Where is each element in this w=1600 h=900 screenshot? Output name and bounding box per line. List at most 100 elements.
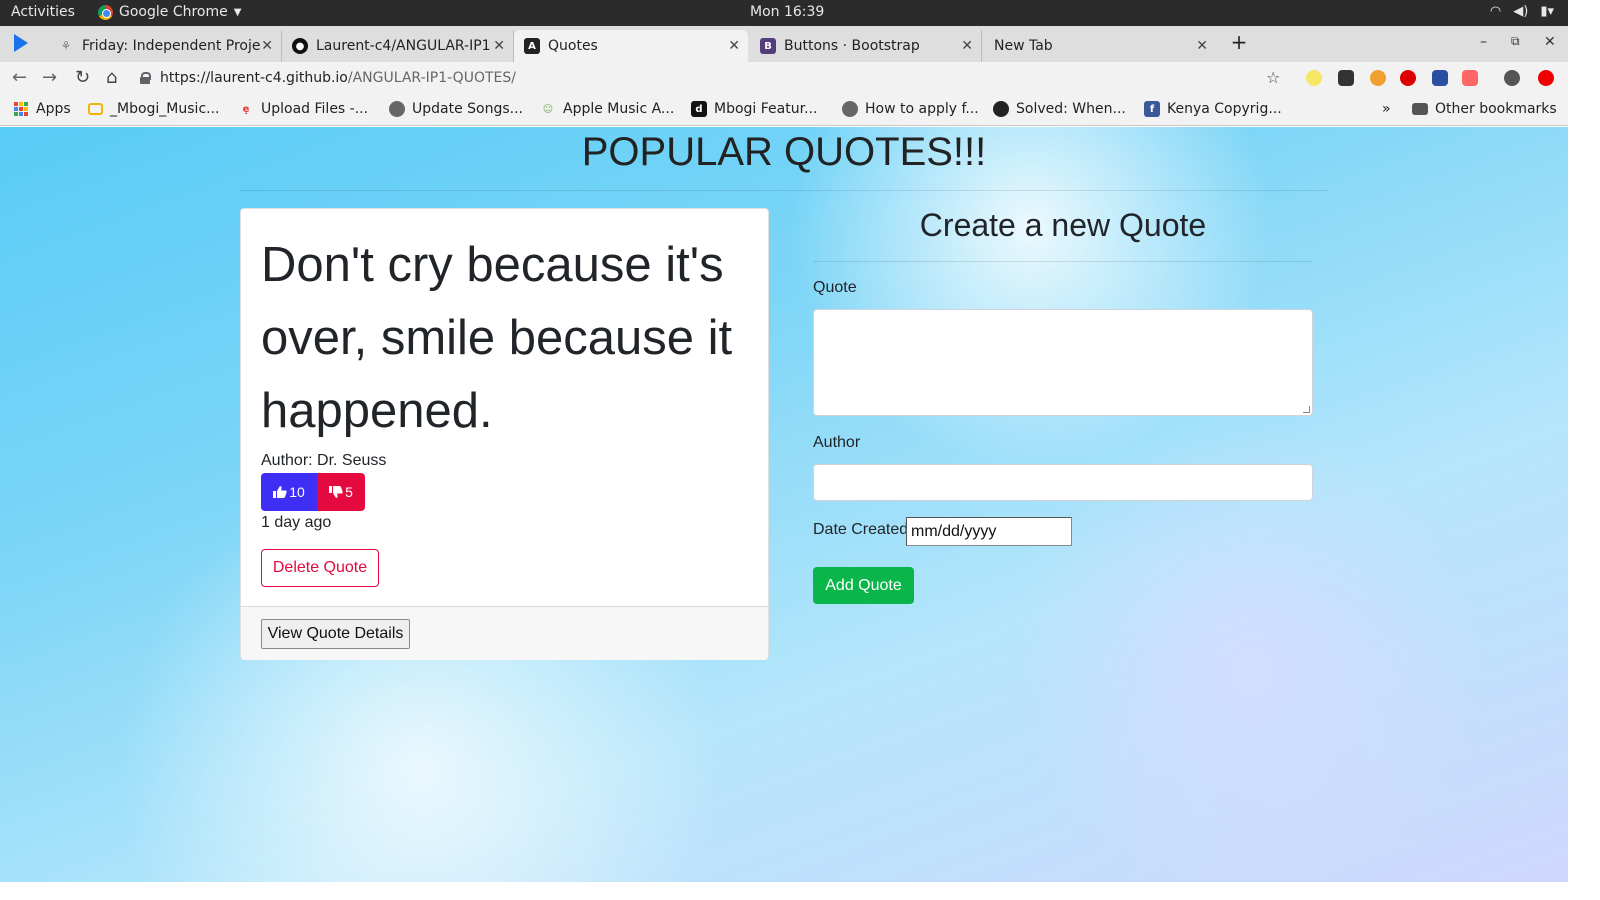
- chrome-icon: [98, 4, 113, 20]
- quote-field-label: Quote: [813, 279, 857, 296]
- adblock-extension-icon[interactable]: [1400, 70, 1416, 86]
- page-viewport: POPULAR QUOTES!!! Don't cry because it's…: [0, 127, 1568, 882]
- close-icon[interactable]: ✕: [493, 38, 505, 54]
- tab-title: Friday: Independent Proje: [82, 38, 261, 54]
- wifi-icon: ◠: [1489, 4, 1502, 19]
- date-field-label: Date Created: [813, 521, 909, 538]
- window-close-icon[interactable]: ✕: [1544, 34, 1556, 50]
- quote-age: 1 day ago: [261, 514, 332, 531]
- bookmark-other-bookmarks[interactable]: Other bookmarks: [1412, 101, 1557, 117]
- bookmark-apple-music[interactable]: ☺ Apple Music A...: [540, 101, 675, 117]
- bookmarks-bar: Apps _Mbogi_Music... ẹ Upload Files -...…: [0, 94, 1568, 126]
- tab-bootstrap[interactable]: B Buttons · Bootstrap ✕: [750, 30, 982, 62]
- bookmark-label: Mbogi Featur...: [714, 101, 818, 117]
- tab-friday[interactable]: ⚘ Friday: Independent Proje ✕: [48, 30, 282, 62]
- url-host: https://laurent-c4.github.io: [160, 70, 348, 86]
- thumbs-down-icon: [329, 486, 343, 498]
- quote-text: Don't cry because it's over, smile becau…: [261, 238, 733, 438]
- tab-title: New Tab: [994, 38, 1053, 54]
- tab-quotes[interactable]: A Quotes ✕: [514, 30, 748, 62]
- bookmark-label: Apple Music A...: [563, 101, 675, 117]
- quote-textarea[interactable]: [813, 309, 1313, 416]
- bookmark-label: Upload Files -...: [261, 101, 369, 117]
- volume-icon: ◀): [1513, 4, 1529, 19]
- play-icon[interactable]: [14, 34, 28, 52]
- address-bar[interactable]: https://laurent-c4.github.io/ANGULAR-IP1…: [140, 64, 1290, 92]
- add-quote-button[interactable]: Add Quote: [813, 567, 914, 604]
- facebook-icon: f: [1144, 101, 1160, 117]
- close-icon[interactable]: ✕: [261, 38, 273, 54]
- tab-strip: ⚘ Friday: Independent Proje ✕ ● Laurent-…: [0, 26, 1568, 62]
- bookmark-update-songs[interactable]: Update Songs...: [389, 101, 523, 117]
- system-tray[interactable]: ◠ ◀) ▮▾: [1490, 4, 1554, 19]
- battery-icon: ▮▾: [1540, 4, 1554, 19]
- extension-orange-icon[interactable]: [1370, 70, 1386, 86]
- view-quote-details-button[interactable]: View Quote Details: [261, 619, 410, 649]
- home-icon[interactable]: ⌂: [106, 67, 117, 88]
- bookmark-star-icon[interactable]: ☆: [1266, 68, 1280, 87]
- app-menu[interactable]: Google Chrome ▼: [98, 4, 241, 20]
- tab-github[interactable]: ● Laurent-c4/ANGULAR-IP1 ✕: [282, 30, 514, 62]
- author-input[interactable]: [813, 464, 1313, 501]
- bookmark-label: Other bookmarks: [1435, 101, 1557, 117]
- new-tab-button[interactable]: +: [1228, 32, 1250, 54]
- bootstrap-icon: B: [760, 38, 776, 54]
- tab-new-tab[interactable]: New Tab ✕: [984, 30, 1216, 62]
- chevrons-right-icon: »: [1382, 101, 1391, 117]
- system-top-bar: Activities Google Chrome ▼ Mon 16:39 ◠ ◀…: [0, 0, 1568, 26]
- resize-grip-icon[interactable]: [1303, 406, 1310, 413]
- caret-down-icon: ▼: [233, 6, 242, 18]
- profile-avatar-icon[interactable]: [1504, 70, 1520, 86]
- night-mode-extension-icon[interactable]: [1306, 70, 1322, 86]
- upvote-button[interactable]: 10: [261, 473, 317, 511]
- browser-toolbar: ← → ↻ ⌂ https://laurent-c4.github.io/ANG…: [0, 62, 1568, 94]
- activities-button[interactable]: Activities: [11, 4, 75, 20]
- globe-icon: [389, 101, 405, 117]
- delete-quote-button[interactable]: Delete Quote: [261, 549, 379, 587]
- bookmark-label: Solved: When...: [1016, 101, 1126, 117]
- back-icon[interactable]: ←: [12, 67, 27, 88]
- page-title: POPULAR QUOTES!!!: [581, 130, 987, 174]
- folder-yellow-icon: [88, 103, 103, 115]
- extension-x-icon[interactable]: [1338, 70, 1354, 86]
- bookmarks-overflow-button[interactable]: »: [1382, 101, 1391, 117]
- person-icon: ☺: [542, 103, 554, 115]
- bookmark-label: _Mbogi_Music...: [110, 101, 220, 117]
- form-heading: Create a new Quote: [919, 207, 1207, 243]
- bookmark-mbogi-featur[interactable]: d Mbogi Featur...: [691, 101, 817, 117]
- plant-icon: ⚘: [60, 39, 72, 53]
- date-created-input[interactable]: mm/dd/yyyy: [906, 517, 1072, 546]
- d-logo-icon: d: [691, 101, 707, 117]
- apps-grid-icon: [14, 102, 28, 116]
- bookmark-how-to-apply[interactable]: How to apply f...: [842, 101, 979, 117]
- update-alert-icon[interactable]: [1538, 70, 1554, 86]
- minimize-icon[interactable]: –: [1480, 34, 1487, 50]
- bookmark-upload-files[interactable]: ẹ Upload Files -...: [238, 101, 368, 117]
- clock[interactable]: Mon 16:39: [750, 4, 824, 20]
- upvote-count: 10: [289, 484, 305, 500]
- card-footer: View Quote Details: [241, 606, 768, 660]
- bookmark-kenya-copyright[interactable]: f Kenya Copyrig...: [1144, 101, 1282, 117]
- close-icon[interactable]: ✕: [961, 38, 973, 54]
- bookmark-solved-when[interactable]: Solved: When...: [993, 101, 1126, 117]
- bookmark-label: How to apply f...: [865, 101, 979, 117]
- close-icon[interactable]: ✕: [728, 38, 740, 54]
- forward-icon[interactable]: →: [42, 67, 57, 88]
- reload-icon[interactable]: ↻: [75, 67, 90, 88]
- bookmark-apps[interactable]: Apps: [14, 101, 71, 117]
- close-icon[interactable]: ✕: [1196, 38, 1208, 54]
- bookmark-mbogi-music[interactable]: _Mbogi_Music...: [88, 101, 220, 117]
- form-divider: [813, 261, 1313, 262]
- downvote-button[interactable]: 5: [317, 473, 365, 511]
- url-path: /ANGULAR-IP1-QUOTES/: [347, 70, 516, 86]
- quote-card: Don't cry because it's over, smile becau…: [240, 208, 769, 660]
- extension-blue-icon[interactable]: [1432, 70, 1448, 86]
- extension-red-arrow-icon[interactable]: [1462, 70, 1478, 86]
- title-divider: [240, 190, 1328, 191]
- bookmark-label: Update Songs...: [412, 101, 524, 117]
- app-name-label: Google Chrome: [119, 4, 228, 20]
- github-icon: ●: [292, 38, 308, 54]
- spotify-icon: [993, 101, 1009, 117]
- tab-title: Quotes: [548, 38, 598, 54]
- restore-icon[interactable]: ⧉: [1511, 34, 1520, 49]
